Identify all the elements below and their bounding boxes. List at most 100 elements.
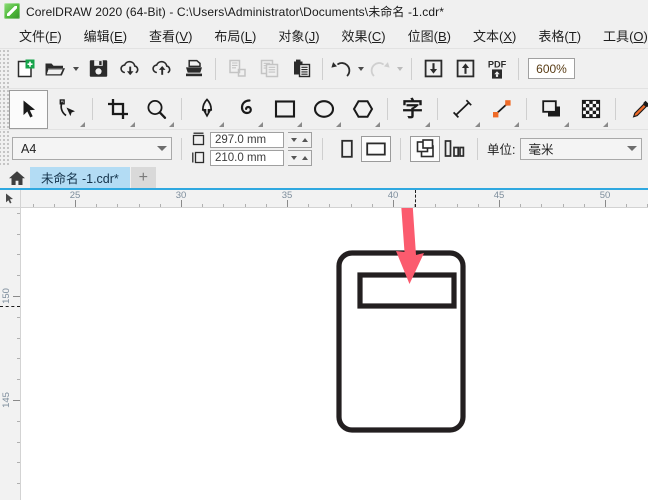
undo-dropdown[interactable] — [354, 53, 367, 85]
menu-item-file[interactable]: 文件(F) — [8, 23, 73, 48]
menu-item-effects[interactable]: 效果(C) — [331, 23, 397, 48]
open-document-button[interactable] — [41, 53, 69, 85]
home-tab-button[interactable] — [4, 167, 30, 188]
landscape-button[interactable] — [361, 135, 391, 162]
ruler-tick — [17, 275, 20, 277]
coreldraw-window: CorelDRAW 2020 (64-Bit) - C:\Users\Admin… — [0, 0, 648, 500]
calculator-display-rectangle[interactable] — [357, 272, 457, 309]
paste-button[interactable] — [285, 53, 317, 85]
pick-tool[interactable] — [9, 89, 48, 129]
ruler-tick — [17, 212, 20, 214]
dimension-tool[interactable] — [443, 90, 482, 129]
ruler-tick — [202, 204, 204, 207]
menu-bar: 文件(F) 编辑(E) 查看(V) 布局(L) 对象(J) 效果(C) 位图(B… — [0, 22, 648, 48]
menu-mnemonic-view: V — [179, 28, 189, 44]
flyout-indicator — [297, 121, 302, 127]
new-document-button[interactable] — [9, 53, 41, 85]
document-tab[interactable]: 未命名 -1.cdr* — [30, 167, 130, 188]
rectangle-tool[interactable] — [265, 90, 304, 129]
export-button[interactable] — [449, 53, 481, 85]
redo-dropdown[interactable] — [393, 53, 406, 85]
cloud-download-button[interactable] — [114, 53, 146, 85]
menu-item-object[interactable]: 对象(J) — [267, 23, 330, 48]
cloud-upload-button[interactable] — [146, 53, 178, 85]
print-button[interactable] — [178, 53, 210, 85]
ruler-tick — [17, 337, 20, 339]
standard-toolbar-grip[interactable] — [0, 49, 9, 88]
ruler-label: 45 — [493, 190, 505, 201]
menu-item-tools[interactable]: 工具(O) — [592, 23, 648, 48]
menu-mnemonic-effects: C — [371, 28, 382, 44]
menu-label-bitmap: 位图 — [407, 28, 434, 44]
menu-mnemonic-table: T — [568, 28, 577, 44]
menu-item-table[interactable]: 表格(T) — [527, 23, 592, 48]
transparency-icon — [581, 99, 600, 119]
all-pages-button[interactable] — [410, 135, 440, 162]
pen-tool[interactable] — [187, 90, 226, 129]
drawing-canvas[interactable] — [21, 208, 648, 500]
vertical-ruler[interactable]: 150 145 — [0, 208, 21, 500]
current-page-button[interactable] — [440, 136, 468, 162]
menu-item-view[interactable]: 查看(V) — [138, 23, 203, 48]
undo-button[interactable] — [328, 53, 354, 85]
ruler-label: 40 — [387, 190, 399, 201]
toolbox-grip[interactable] — [0, 89, 9, 129]
ruler-origin-button[interactable] — [0, 190, 21, 208]
ellipse-tool[interactable] — [304, 90, 343, 129]
zoom-tool[interactable] — [137, 90, 176, 129]
units-select[interactable]: 毫米 — [520, 137, 643, 160]
zoom-level-input[interactable]: 600% — [528, 58, 575, 79]
import-button[interactable] — [417, 53, 449, 85]
ruler-tick — [244, 204, 246, 207]
flyout-indicator — [564, 121, 569, 127]
printer-icon — [186, 59, 202, 77]
ruler-tick — [223, 204, 225, 207]
eyedropper-icon — [632, 100, 648, 118]
pdf-export-icon: PDF — [488, 59, 507, 79]
copy-button[interactable] — [253, 53, 285, 85]
property-bar-grip[interactable] — [0, 130, 9, 167]
export-pdf-button[interactable]: PDF — [481, 53, 513, 85]
page-height-input[interactable]: 210.0 mm — [210, 149, 284, 166]
flyout-indicator — [80, 121, 85, 127]
transparency-tool[interactable] — [571, 90, 610, 129]
menu-label-text: 文本 — [473, 28, 500, 44]
crop-icon — [107, 99, 128, 119]
page-size-select[interactable]: A4 — [12, 137, 172, 160]
eyedropper-tool[interactable] — [621, 90, 648, 129]
shadow-tool[interactable] — [532, 90, 571, 129]
page-size-value: A4 — [21, 141, 37, 156]
page-width-spinner[interactable] — [288, 131, 312, 148]
freehand-tool[interactable] — [226, 90, 265, 129]
polygon-tool[interactable] — [343, 90, 382, 129]
flyout-indicator — [514, 121, 519, 127]
cut-button[interactable] — [221, 53, 253, 85]
page-bars-icon — [444, 140, 465, 157]
shape-tool[interactable] — [48, 90, 87, 129]
menu-mnemonic-edit: E — [114, 28, 123, 44]
property-bar: A4 297.0 mm 210.0 mm 单位: 毫米 — [0, 129, 648, 167]
text-tool[interactable]: 字 — [393, 90, 432, 129]
ruler-tick — [117, 204, 119, 207]
menu-item-edit[interactable]: 编辑(E) — [73, 23, 138, 48]
ruler-origin-icon — [5, 193, 13, 204]
redo-button[interactable] — [367, 53, 393, 85]
drop-shadow-icon — [541, 100, 560, 117]
page-height-spinner[interactable] — [288, 149, 312, 166]
toolbox-separator-3 — [387, 98, 388, 120]
ruler-tick — [17, 233, 20, 235]
menu-item-text[interactable]: 文本(X) — [462, 23, 527, 48]
page-width-input[interactable]: 297.0 mm — [210, 131, 284, 148]
home-icon — [9, 170, 25, 185]
open-document-dropdown[interactable] — [69, 53, 82, 85]
save-button[interactable] — [82, 53, 114, 85]
add-page-button[interactable]: + — [130, 167, 156, 188]
crop-tool[interactable] — [98, 90, 137, 129]
ruler-tick — [53, 204, 55, 207]
connector-tool[interactable] — [482, 90, 521, 129]
portrait-button[interactable] — [333, 136, 361, 162]
menu-label-edit: 编辑 — [83, 28, 110, 44]
menu-item-bitmap[interactable]: 位图(B) — [397, 23, 462, 48]
menu-item-layout[interactable]: 布局(L) — [203, 23, 267, 48]
horizontal-ruler[interactable]: 25 30 35 40 45 50 — [21, 190, 648, 208]
